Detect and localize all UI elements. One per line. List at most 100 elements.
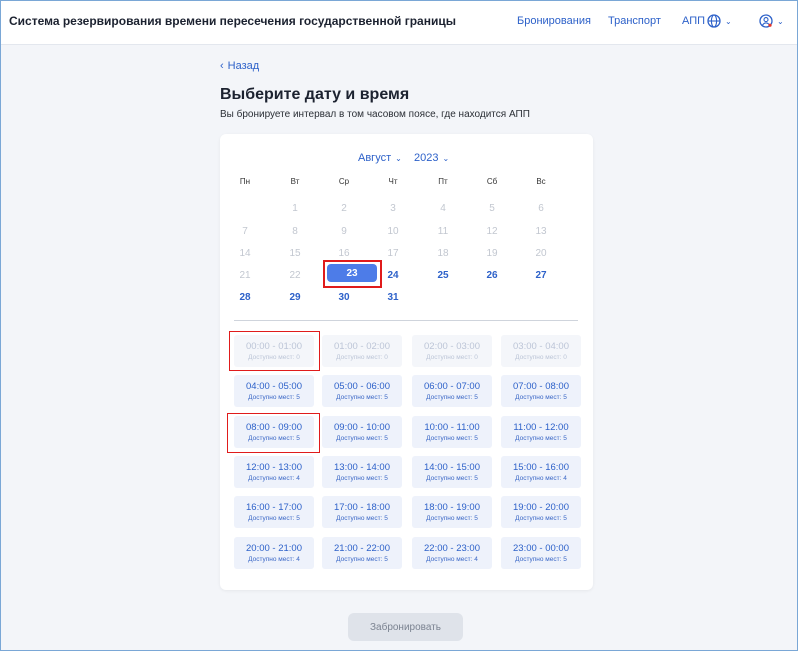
time-slot[interactable]: 09:00 - 10:00 Доступно мест: 5: [322, 416, 402, 448]
time-slot-availability: Доступно мест: 0: [336, 353, 388, 361]
time-slot-availability: Доступно мест: 5: [248, 514, 300, 522]
time-slot[interactable]: 19:00 - 20:00 Доступно мест: 5: [501, 496, 581, 528]
calendar-day[interactable]: 30: [332, 292, 356, 303]
time-slot-range: 15:00 - 16:00: [513, 461, 569, 473]
calendar-day[interactable]: 29: [283, 292, 307, 303]
time-slot[interactable]: 20:00 - 21:00 Доступно мест: 4: [234, 537, 314, 569]
time-slot-range: 07:00 - 08:00: [513, 380, 569, 392]
calendar-day[interactable]: 28: [233, 292, 257, 303]
time-slot[interactable]: 13:00 - 14:00 Доступно мест: 5: [322, 456, 402, 488]
month-value: Август: [358, 152, 392, 164]
time-slot-availability: Доступно мест: 4: [248, 555, 300, 563]
back-link[interactable]: ‹ Назад: [220, 60, 259, 72]
time-slot[interactable]: 07:00 - 08:00 Доступно мест: 5: [501, 375, 581, 407]
calendar-day: 3: [390, 203, 396, 214]
time-slot[interactable]: 17:00 - 18:00 Доступно мест: 5: [322, 496, 402, 528]
year-select[interactable]: 2023 ⌄: [414, 152, 449, 164]
top-header: Система резервирования времени пересечен…: [1, 1, 797, 45]
time-slot-availability: Доступно мест: 5: [336, 393, 388, 401]
calendar-day: 19: [486, 248, 498, 259]
calendar-day[interactable]: 31: [381, 292, 405, 303]
user-menu[interactable]: ⌄: [759, 11, 784, 31]
time-slot-availability: Доступно мест: 5: [515, 514, 567, 522]
time-slot-range: 13:00 - 14:00: [334, 461, 390, 473]
month-select[interactable]: Август ⌄: [358, 152, 402, 164]
calendar-day: 10: [387, 226, 399, 237]
time-slot-range: 17:00 - 18:00: [334, 501, 390, 513]
time-slot: 01:00 - 02:00 Доступно мест: 0: [322, 335, 402, 367]
language-menu[interactable]: ⌄: [707, 11, 732, 31]
time-slot-range: 21:00 - 22:00: [334, 542, 390, 554]
highlight-box: [227, 413, 320, 453]
nav-transport[interactable]: Транспорт: [608, 15, 661, 27]
nav-bookings[interactable]: Бронирования: [517, 15, 591, 27]
calendar-day: 18: [437, 248, 449, 259]
time-slot-availability: Доступно мест: 5: [426, 434, 478, 442]
app-window: Система резервирования времени пересечен…: [0, 0, 798, 651]
time-slot[interactable]: 18:00 - 19:00 Доступно мест: 5: [412, 496, 492, 528]
time-slot[interactable]: 10:00 - 11:00 Доступно мест: 5: [412, 416, 492, 448]
time-slot-range: 01:00 - 02:00: [334, 340, 390, 352]
calendar-day[interactable]: 26: [480, 270, 504, 281]
calendar-day: 22: [289, 270, 301, 281]
calendar-day[interactable]: 25: [431, 270, 455, 281]
calendar-divider: [234, 320, 578, 321]
time-slot-availability: Доступно мест: 5: [248, 393, 300, 401]
chevron-down-icon: ⌄: [777, 16, 784, 26]
calendar-day: 21: [239, 270, 251, 281]
calendar-day: 20: [535, 248, 547, 259]
calendar-day: 2: [341, 203, 347, 214]
calendar-day[interactable]: 27: [529, 270, 553, 281]
chevron-down-icon: ⌄: [725, 16, 732, 26]
time-slot[interactable]: 12:00 - 13:00 Доступно мест: 4: [234, 456, 314, 488]
time-slot-range: 20:00 - 21:00: [246, 542, 302, 554]
calendar-day: 12: [486, 226, 498, 237]
back-label: Назад: [227, 60, 260, 72]
time-slot-range: 12:00 - 13:00: [246, 461, 302, 473]
highlight-box: [323, 260, 382, 288]
calendar-day[interactable]: 24: [381, 270, 405, 281]
chevron-left-icon: ‹: [220, 60, 224, 72]
time-slot-range: 03:00 - 04:00: [513, 340, 569, 352]
time-slot[interactable]: 11:00 - 12:00 Доступно мест: 5: [501, 416, 581, 448]
time-slot: 03:00 - 04:00 Доступно мест: 0: [501, 335, 581, 367]
time-slot[interactable]: 21:00 - 22:00 Доступно мест: 5: [322, 537, 402, 569]
time-slot-availability: Доступно мест: 5: [515, 555, 567, 563]
chevron-down-icon: ⌄: [395, 153, 402, 163]
calendar-day: 5: [489, 203, 495, 214]
time-slot-availability: Доступно мест: 5: [426, 514, 478, 522]
calendar-day: 1: [292, 203, 298, 214]
time-slot-range: 06:00 - 07:00: [424, 380, 480, 392]
calendar-day: 16: [338, 248, 350, 259]
time-slot[interactable]: 16:00 - 17:00 Доступно мест: 5: [234, 496, 314, 528]
calendar-day: 4: [440, 203, 446, 214]
time-slot-range: 22:00 - 23:00: [424, 542, 480, 554]
time-slot-availability: Доступно мест: 5: [515, 393, 567, 401]
time-slot-range: 11:00 - 12:00: [513, 421, 569, 433]
time-slot-range: 18:00 - 19:00: [424, 501, 480, 513]
time-slot-range: 04:00 - 05:00: [246, 380, 302, 392]
booking-card: Август ⌄ 2023 ⌄ Пн Вт Ср Чт Пт Сб Вс 1 2 3 4 5 6 7 8 9 1…: [220, 134, 593, 590]
time-slot-availability: Доступно мест: 4: [426, 555, 478, 563]
time-slot-availability: Доступно мест: 0: [426, 353, 478, 361]
time-slot[interactable]: 05:00 - 06:00 Доступно мест: 5: [322, 375, 402, 407]
highlight-box: [229, 331, 320, 371]
time-slot-availability: Доступно мест: 5: [515, 434, 567, 442]
time-slot[interactable]: 04:00 - 05:00 Доступно мест: 5: [234, 375, 314, 407]
time-slot[interactable]: 23:00 - 00:00 Доступно мест: 5: [501, 537, 581, 569]
chevron-down-icon: ⌄: [442, 153, 450, 163]
time-slot[interactable]: 14:00 - 15:00 Доступно мест: 5: [412, 456, 492, 488]
time-slot-range: 02:00 - 03:00: [424, 340, 480, 352]
calendar-day: 17: [387, 248, 399, 259]
time-slot[interactable]: 06:00 - 07:00 Доступно мест: 5: [412, 375, 492, 407]
nav-app[interactable]: АПП: [682, 15, 705, 27]
time-slot-availability: Доступно мест: 5: [336, 474, 388, 482]
calendar-day: 8: [292, 226, 298, 237]
time-slot-range: 10:00 - 11:00: [424, 421, 480, 433]
book-button[interactable]: Забронировать: [348, 613, 463, 641]
time-slot[interactable]: 15:00 - 16:00 Доступно мест: 4: [501, 456, 581, 488]
calendar-day: 9: [341, 226, 347, 237]
weekday-label: Вс: [536, 177, 546, 186]
globe-icon: [707, 14, 721, 28]
time-slot[interactable]: 22:00 - 23:00 Доступно мест: 4: [412, 537, 492, 569]
